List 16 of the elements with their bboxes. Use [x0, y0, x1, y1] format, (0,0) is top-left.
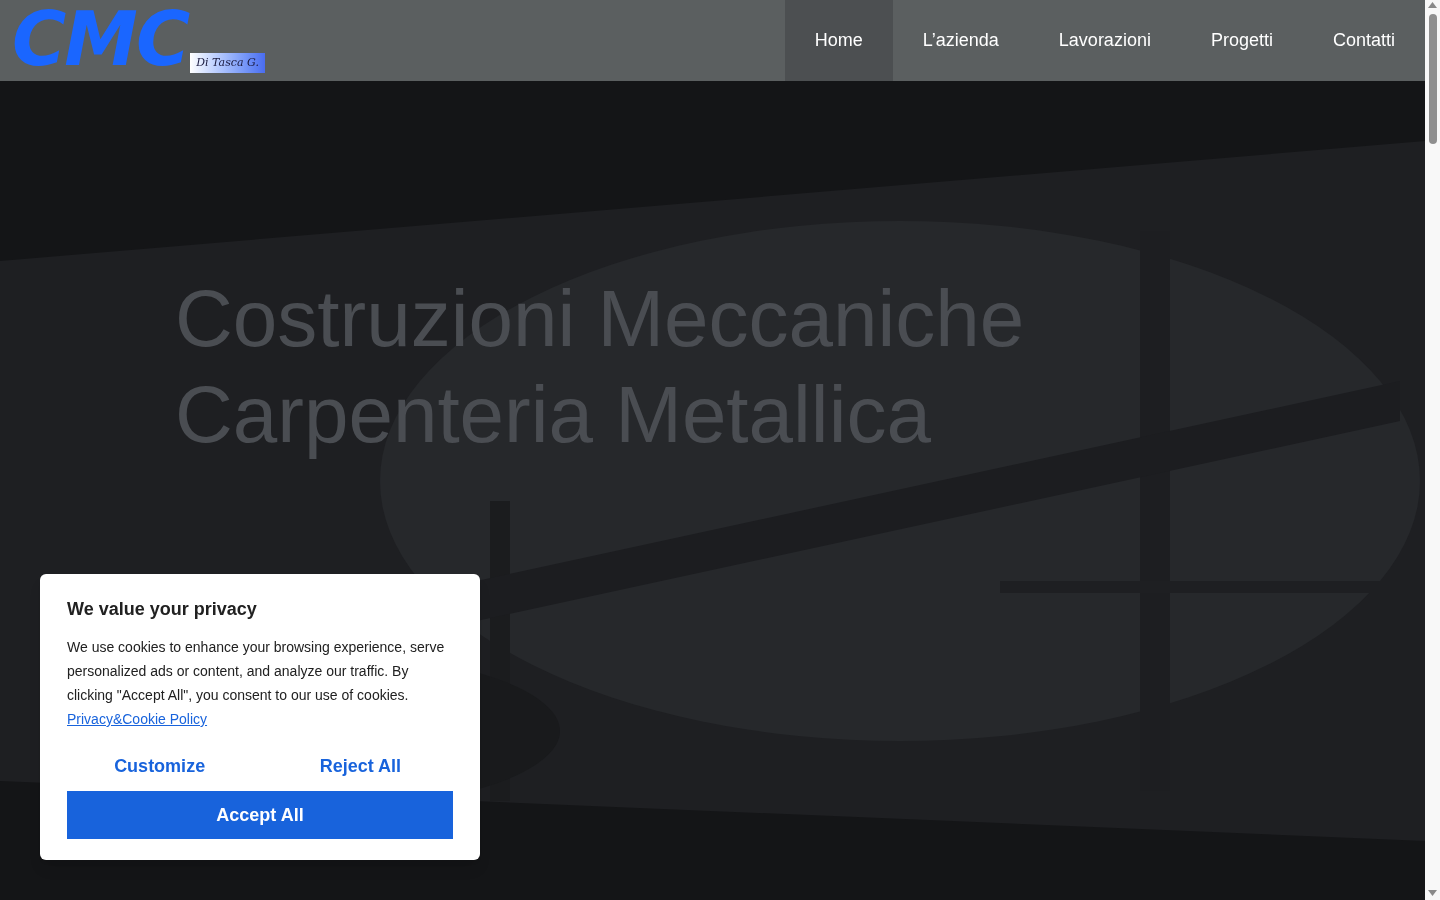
- scrollbar[interactable]: [1425, 0, 1440, 900]
- text-button[interactable]: Customize: [67, 749, 253, 783]
- logo-tagline: Di Tasca G.: [190, 52, 265, 73]
- scroll-thumb[interactable]: [1428, 14, 1437, 144]
- nav-link[interactable]: Home: [784, 0, 893, 81]
- text-button[interactable]: Reject All: [267, 749, 453, 783]
- nav-link[interactable]: Contatti: [1302, 0, 1425, 81]
- accept-button[interactable]: Accept All: [67, 791, 453, 839]
- nav-link[interactable]: Progetti: [1180, 0, 1303, 81]
- nav-link[interactable]: L’azienda: [892, 0, 1029, 81]
- banner-title: We value your privacy: [67, 598, 258, 621]
- policy-link[interactable]: Privacy&Cookie Policy: [67, 711, 208, 727]
- banner-text: We use cookies to enhance your browsing experience, serve personalized ads or content, and analyze our traffic. By clicking "Accept All", you consent to our use of cookies. Privacy&Cookie Policy: [67, 638, 446, 729]
- nav-link[interactable]: Lavorazioni: [1028, 0, 1181, 81]
- scroll-up-icon[interactable]: [1428, 2, 1437, 8]
- scroll-down-icon[interactable]: [1428, 890, 1437, 896]
